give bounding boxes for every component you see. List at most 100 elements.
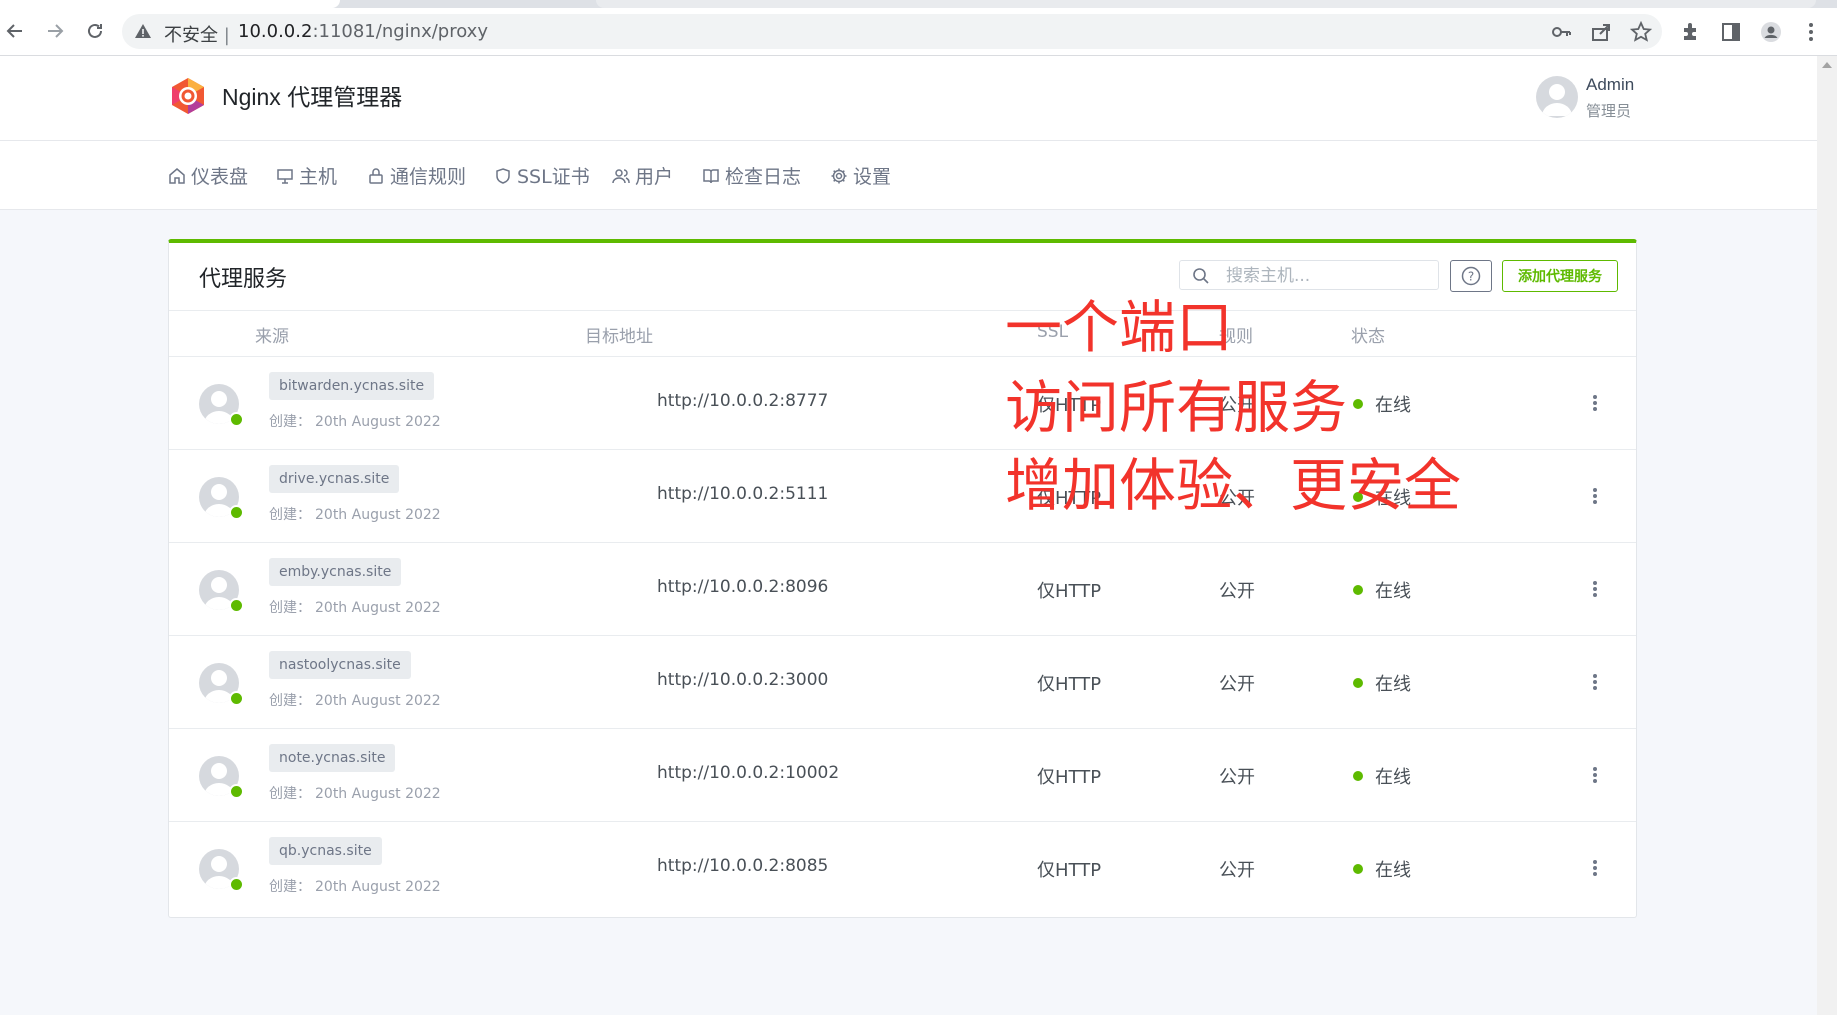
destination-address: http://10.0.0.2:8085: [657, 856, 829, 876]
row-actions-menu[interactable]: [1590, 391, 1600, 415]
search-input[interactable]: [1224, 263, 1428, 289]
address-bar[interactable]: 不安全 | 10.0.0.2:11081/nginx/proxy: [122, 14, 1662, 49]
security-status[interactable]: 不安全 |: [164, 21, 230, 47]
nginx-logo[interactable]: [168, 76, 208, 116]
add-proxy-host-button[interactable]: 添加代理服务: [1502, 260, 1618, 292]
column-destination: 目标地址: [585, 327, 653, 347]
search-icon: [1193, 268, 1209, 284]
help-icon: ?: [1461, 266, 1481, 286]
status: 在线: [1353, 763, 1411, 789]
domain-tag[interactable]: note.ycnas.site: [269, 744, 396, 772]
annotation-line-1: 一个端口: [1005, 295, 1233, 361]
user-role: 管理员: [1586, 102, 1632, 120]
status-dot: [1353, 585, 1363, 595]
domain-tag[interactable]: nastoolycnas.site: [269, 651, 411, 679]
status-dot: [1353, 399, 1363, 409]
destination-address: http://10.0.0.2:8777: [657, 391, 829, 411]
lock-icon: [369, 167, 383, 184]
annotation-line-2: 访问所有服务: [1005, 375, 1347, 441]
online-indicator: [229, 877, 244, 892]
created-date: 创建： 20th August 2022: [269, 414, 441, 430]
status: 在线: [1353, 670, 1411, 696]
created-date: 创建： 20th August 2022: [269, 786, 441, 802]
nav-ssl-certificates[interactable]: SSL证书: [494, 162, 590, 189]
url-text[interactable]: 10.0.0.2:11081/nginx/proxy: [238, 21, 488, 42]
extensions-icon[interactable]: [1680, 21, 1702, 43]
table-row[interactable]: note.ycnas.site 创建： 20th August 2022 http:/…: [169, 729, 1636, 822]
ssl-status: 仅HTTP: [1037, 860, 1102, 881]
shield-icon: [496, 167, 510, 184]
key-icon[interactable]: [1550, 21, 1572, 43]
table-row[interactable]: qb.ycnas.site 创建： 20th August 2022 http://1…: [169, 822, 1636, 915]
arrow-left-icon: [6, 24, 22, 38]
row-actions-menu[interactable]: [1590, 763, 1600, 787]
row-actions-menu[interactable]: [1590, 856, 1600, 880]
app-brand[interactable]: Nginx 代理管理器: [222, 78, 402, 112]
row-actions-menu[interactable]: [1590, 577, 1600, 601]
nav-access-rules[interactable]: 通信规则: [367, 162, 466, 189]
table-row[interactable]: emby.ycnas.site 创建： 20th August 2022 http:/…: [169, 543, 1636, 636]
users-icon: [612, 168, 630, 183]
created-date: 创建： 20th August 2022: [269, 693, 441, 709]
nav-label: 用户: [635, 166, 674, 188]
page-scrollbar[interactable]: [1817, 56, 1837, 1015]
row-actions-menu[interactable]: [1590, 484, 1600, 508]
nav-label: 设置: [853, 166, 892, 188]
star-icon[interactable]: [1630, 21, 1652, 43]
table-row[interactable]: bitwarden.ycnas.site 创建： 20th August 2022 h…: [169, 357, 1636, 450]
online-indicator: [229, 691, 244, 706]
access-rule: 公开: [1219, 860, 1255, 881]
profile-icon[interactable]: [1760, 21, 1782, 43]
status: 在线: [1353, 391, 1411, 417]
help-button[interactable]: ?: [1450, 260, 1492, 292]
nav-hosts[interactable]: 主机: [276, 162, 337, 189]
nav-label: 仪表盘: [191, 166, 249, 188]
nav-audit-log[interactable]: 检查日志: [702, 162, 801, 189]
domain-tag[interactable]: qb.ycnas.site: [269, 837, 382, 865]
arrow-right-icon: [48, 24, 64, 38]
search-box[interactable]: [1179, 260, 1439, 290]
user-name[interactable]: Admin: [1586, 75, 1634, 95]
domain-tag[interactable]: emby.ycnas.site: [269, 558, 402, 586]
destination-address: http://10.0.0.2:3000: [657, 670, 829, 690]
column-status: 状态: [1351, 327, 1385, 347]
app-header: Nginx 代理管理器 Admin 管理员: [0, 56, 1837, 141]
destination-address: http://10.0.0.2:10002: [657, 763, 840, 783]
row-actions-menu[interactable]: [1590, 670, 1600, 694]
nav-users[interactable]: 用户: [612, 162, 673, 189]
online-indicator: [229, 784, 244, 799]
svg-text:?: ?: [1468, 270, 1474, 284]
online-indicator: [229, 412, 244, 427]
ssl-status: 仅HTTP: [1037, 674, 1102, 695]
nav-label: SSL证书: [517, 166, 590, 188]
nav-dashboard[interactable]: 仪表盘: [168, 162, 248, 189]
user-avatar[interactable]: [1536, 76, 1578, 118]
domain-tag[interactable]: drive.ycnas.site: [269, 465, 400, 493]
active-tab[interactable]: [0, 0, 340, 8]
created-date: 创建： 20th August 2022: [269, 879, 441, 895]
back-button[interactable]: [0, 16, 30, 46]
destination-address: http://10.0.0.2:8096: [657, 577, 829, 597]
created-date: 创建： 20th August 2022: [269, 600, 441, 616]
share-icon[interactable]: [1590, 21, 1612, 43]
reload-button[interactable]: [80, 16, 110, 46]
created-date: 创建： 20th August 2022: [269, 507, 441, 523]
inactive-tab[interactable]: [596, 0, 1816, 8]
domain-tag[interactable]: bitwarden.ycnas.site: [269, 372, 435, 400]
table-row[interactable]: nastoolycnas.site 创建： 20th August 2022 http…: [169, 636, 1636, 729]
nav-label: 主机: [299, 166, 338, 188]
forward-button[interactable]: [40, 16, 70, 46]
more-vertical-icon[interactable]: [1800, 21, 1822, 43]
annotation-line-3: 增加体验、更安全: [1005, 453, 1461, 519]
nav-settings[interactable]: 设置: [830, 162, 891, 189]
nav-label: 通信规则: [390, 166, 467, 188]
side-panel-icon[interactable]: [1720, 21, 1742, 43]
status-dot: [1353, 678, 1363, 688]
access-rule: 公开: [1219, 674, 1255, 695]
proxy-hosts-card: 代理服务 ? 添加代理服务 来源 目标地址 SSL 规则 状态 bitwarde…: [168, 239, 1637, 918]
ssl-status: 仅HTTP: [1037, 581, 1102, 602]
access-rule: 公开: [1219, 767, 1255, 788]
warning-icon: [135, 24, 151, 38]
online-indicator: [229, 505, 244, 520]
scroll-up-arrow[interactable]: [1822, 62, 1832, 68]
